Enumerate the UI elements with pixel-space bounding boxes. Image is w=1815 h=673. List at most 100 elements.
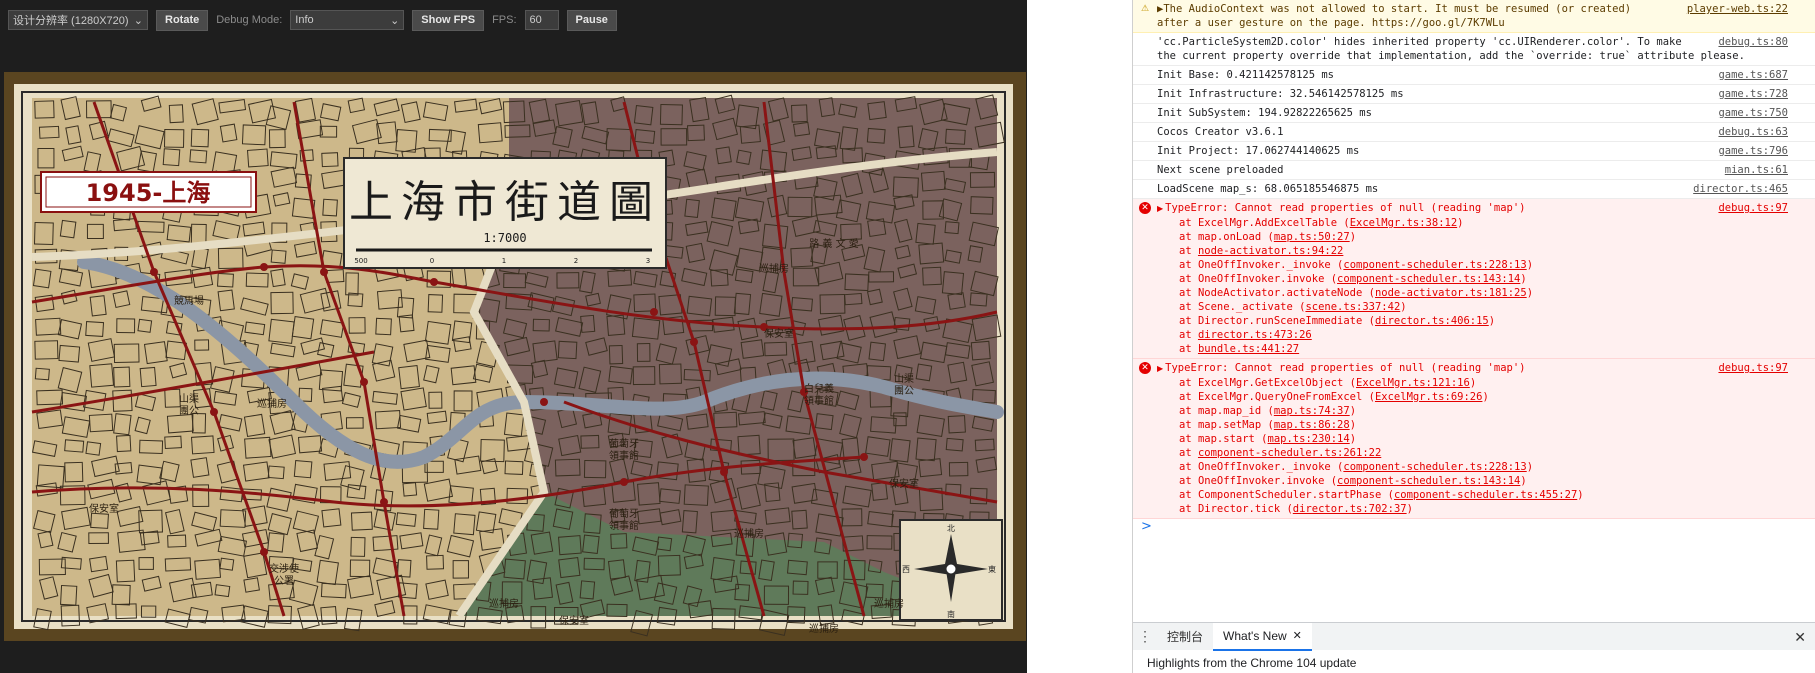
shanghai-map[interactable]: 1945-上海 上海市街道圖 1:7000 500 0 1 2 3 北東南西 競…	[4, 72, 1026, 641]
console-message-text: after a user gesture on the page. https:…	[1157, 17, 1505, 29]
stack-frame-link[interactable]: map.ts:74:37	[1274, 405, 1350, 417]
error-title: TypeError: Cannot read properties of nul…	[1165, 362, 1526, 374]
pause-button[interactable]: Pause	[566, 9, 617, 31]
stack-frame-link[interactable]: director.ts:702:37	[1293, 503, 1407, 515]
close-icon[interactable]: ✕	[1293, 629, 1302, 642]
stack-frame-link[interactable]: bundle.ts:441:27	[1198, 343, 1299, 355]
compass-letter: 北	[947, 524, 955, 533]
console-message[interactable]: ⚠ ▶The AudioContext was not allowed to st…	[1133, 0, 1815, 33]
console-source-link[interactable]: game.ts:750	[1712, 106, 1788, 120]
scale-tick-label: 500	[354, 257, 367, 265]
stack-frame-link[interactable]: ExcelMgr.ts:38:12	[1350, 217, 1457, 229]
console-message[interactable]: Init Infrastructure: 32.546142578125 ms g…	[1133, 85, 1815, 104]
console-source-link[interactable]: debug.ts:80	[1712, 35, 1788, 49]
console-message[interactable]: Next scene preloaded mian.ts:61	[1133, 161, 1815, 180]
map-label-baoanshi-mid: 保安室	[764, 327, 794, 340]
console-source-link[interactable]: game.ts:728	[1712, 87, 1788, 101]
console-source-link[interactable]: game.ts:687	[1712, 68, 1788, 82]
tram-stop	[540, 398, 548, 406]
console-messages[interactable]: ⚠ ▶The AudioContext was not allowed to st…	[1133, 0, 1815, 620]
map-label-buchufang-2: 巡捕房	[489, 597, 519, 610]
stack-frame-link[interactable]: ExcelMgr.ts:69:26	[1375, 391, 1482, 403]
tram-stop	[320, 268, 328, 276]
error-icon: ✕	[1139, 362, 1151, 374]
console-message[interactable]: Init Base: 0.421142578125 ms game.ts:687	[1133, 66, 1815, 85]
tram-stop	[150, 268, 158, 276]
compass-rose: 北東南 西	[899, 519, 1003, 621]
debug-mode-select[interactable]: Info ⌄	[290, 10, 405, 30]
devtools-panel: ⚠ ▶The AudioContext was not allowed to st…	[1132, 0, 1815, 673]
game-preview-pane: 设计分辨率 (1280X720) ⌄ Rotate Debug Mode: In…	[0, 0, 1027, 673]
console-source-link[interactable]: debug.ts:97	[1712, 201, 1788, 215]
console-message[interactable]: 'cc.ParticleSystem2D.color' hides inheri…	[1133, 33, 1815, 66]
console-error[interactable]: ✕ ▶ TypeError: Cannot read properties of n…	[1133, 199, 1815, 359]
tram-stop	[620, 478, 628, 486]
stack-frame-link[interactable]: map.ts:50:27	[1274, 231, 1350, 243]
console-source-link[interactable]: director.ts:465	[1687, 182, 1788, 196]
stack-frame-link[interactable]: map.ts:86:28	[1274, 419, 1350, 431]
fps-input[interactable]: 60	[524, 10, 559, 30]
stack-frame: at component-scheduler.ts:261:22	[1179, 447, 1382, 459]
map-label-buchufang-b2: 巡捕房	[809, 622, 839, 635]
stack-frame-link[interactable]: component-scheduler.ts:228:13	[1343, 461, 1526, 473]
stack-frame: at ExcelMgr.AddExcelTable (ExcelMgr.ts:3…	[1179, 217, 1464, 229]
chevron-down-icon: ⌄	[133, 14, 143, 27]
chevron-down-icon: ⌄	[390, 14, 400, 27]
preview-toolbar: 设计分辨率 (1280X720) ⌄ Rotate Debug Mode: In…	[0, 0, 1027, 40]
stack-frame: at ComponentScheduler.startPhase (compon…	[1179, 489, 1584, 501]
console-source-link[interactable]: game.ts:796	[1712, 144, 1788, 158]
resolution-select[interactable]: 设计分辨率 (1280X720) ⌄	[8, 10, 148, 30]
stack-frame: at OneOffInvoker._invoke (component-sche…	[1179, 461, 1534, 473]
tab-whats-new[interactable]: What's New ✕	[1213, 622, 1312, 651]
map-label-ertong: 白兒義領事館	[804, 382, 834, 407]
stack-frame: at OneOffInvoker._invoke (component-sche…	[1179, 259, 1534, 271]
stack-frame: at ExcelMgr.GetExcelObject (ExcelMgr.ts:…	[1179, 377, 1477, 389]
fps-label: FPS:	[492, 14, 517, 26]
stack-frame-link[interactable]: director.ts:473:26	[1198, 329, 1312, 341]
console-message[interactable]: Init SubSystem: 194.92822265625 ms game.t…	[1133, 104, 1815, 123]
console-prompt-input[interactable]: >	[1133, 519, 1815, 539]
stack-frame-link[interactable]: scene.ts:337:42	[1305, 301, 1400, 313]
console-error[interactable]: ✕ ▶ TypeError: Cannot read properties of n…	[1133, 359, 1815, 519]
tram-stop	[260, 548, 268, 556]
tram-stop	[720, 468, 728, 476]
stack-frame: at ExcelMgr.QueryOneFromExcel (ExcelMgr.…	[1179, 391, 1489, 403]
stack-frame-link[interactable]: map.ts:230:14	[1268, 433, 1350, 445]
console-source-link[interactable]: mian.ts:61	[1719, 163, 1788, 177]
more-vertical-icon[interactable]: ⋮	[1133, 628, 1157, 645]
expand-triangle-icon[interactable]: ▶	[1157, 204, 1163, 213]
console-message-text: Next scene preloaded	[1157, 164, 1284, 176]
show-fps-button[interactable]: Show FPS	[412, 9, 485, 31]
console-message[interactable]: Init Project: 17.062744140625 ms game.ts:…	[1133, 142, 1815, 161]
tram-stop	[260, 263, 268, 271]
map-label-buchufang-mid: 巡捕房	[734, 527, 764, 540]
rotate-button[interactable]: Rotate	[156, 9, 209, 31]
console-source-link[interactable]: debug.ts:63	[1712, 125, 1788, 139]
tram-stop	[380, 498, 388, 506]
tab-whats-new-label: What's New	[1223, 628, 1287, 643]
stack-frame-link[interactable]: component-scheduler.ts:143:14	[1337, 273, 1520, 285]
game-canvas-frame[interactable]: 1945-上海 上海市街道圖 1:7000 500 0 1 2 3 北東南西 競…	[4, 72, 1026, 641]
stack-frame: at node-activator.ts:94:22	[1179, 245, 1344, 257]
close-drawer-icon[interactable]: ✕	[1794, 629, 1806, 646]
tab-console[interactable]: 控制台	[1157, 623, 1213, 651]
stack-frame-link[interactable]: node-activator.ts:94:22	[1198, 245, 1343, 257]
error-icon: ✕	[1139, 202, 1151, 214]
resolution-select-value: 设计分辨率 (1280X720)	[13, 15, 129, 27]
stack-frame-link[interactable]: director.ts:406:15	[1375, 315, 1489, 327]
stack-frame-link[interactable]: component-scheduler.ts:455:27	[1394, 489, 1577, 501]
stack-frame: at Scene._activate (scene.ts:337:42)	[1179, 301, 1407, 313]
console-source-link[interactable]: debug.ts:97	[1712, 361, 1788, 375]
stack-frame-link[interactable]: component-scheduler.ts:228:13	[1343, 259, 1526, 271]
console-message[interactable]: LoadScene map_s: 68.065185546875 ms direc…	[1133, 180, 1815, 199]
tram-stop	[360, 378, 368, 386]
console-source-link[interactable]: player-web.ts:22	[1680, 2, 1788, 16]
stack-frame-link[interactable]: component-scheduler.ts:143:14	[1337, 475, 1520, 487]
stack-frame-link[interactable]: component-scheduler.ts:261:22	[1198, 447, 1381, 459]
scale-tick-label: 1	[502, 257, 506, 265]
expand-triangle-icon[interactable]: ▶	[1157, 364, 1163, 373]
stack-frame-link[interactable]: node-activator.ts:181:25	[1375, 287, 1527, 299]
stack-frame-link[interactable]: ExcelMgr.ts:121:16	[1356, 377, 1470, 389]
stack-frame: at OneOffInvoker.invoke (component-sched…	[1179, 475, 1527, 487]
console-message[interactable]: Cocos Creator v3.6.1 debug.ts:63	[1133, 123, 1815, 142]
